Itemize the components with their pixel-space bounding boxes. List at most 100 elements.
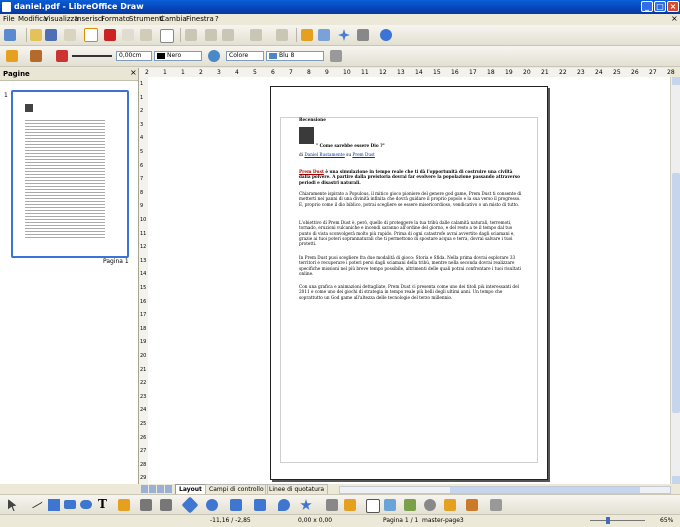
flowchart-icon[interactable] xyxy=(254,499,266,511)
redo-icon[interactable] xyxy=(276,29,288,41)
menu-file[interactable]: File xyxy=(3,15,15,23)
menu-modifica[interactable]: Modifica xyxy=(18,15,47,23)
rectangle-icon[interactable] xyxy=(64,500,76,509)
first-tab-icon[interactable] xyxy=(141,485,148,493)
text-tool-icon[interactable]: T xyxy=(98,497,107,511)
from-file-icon[interactable] xyxy=(384,499,396,511)
close-button[interactable]: × xyxy=(667,1,679,12)
undo-icon[interactable] xyxy=(250,29,262,41)
ruler-label: 17 xyxy=(469,69,477,76)
area-style-dropdown[interactable]: Colore xyxy=(226,51,264,61)
scroll-down-icon[interactable] xyxy=(672,476,680,484)
line-color-swatch xyxy=(157,53,165,59)
extrusion-icon[interactable] xyxy=(490,499,502,511)
open-icon[interactable] xyxy=(30,29,42,41)
close-pane-icon[interactable]: × xyxy=(130,68,137,77)
area-style-icon[interactable] xyxy=(208,50,220,62)
area-color-dropdown[interactable]: Blu 8 xyxy=(266,51,324,61)
ruler-label: 22 xyxy=(140,380,147,387)
ruler-label: 26 xyxy=(631,69,639,76)
menu-formato[interactable]: Formato xyxy=(101,15,130,23)
intro-text: è una simulazione in tempo reale che ti … xyxy=(299,169,520,185)
area-icon[interactable] xyxy=(56,50,68,62)
callouts-icon[interactable] xyxy=(278,499,290,511)
lines-arrows-icon[interactable] xyxy=(160,499,172,511)
prev-tab-icon[interactable] xyxy=(149,485,156,493)
line-width-field[interactable]: 0,00cm xyxy=(116,51,152,61)
line-color-dropdown[interactable]: Nero xyxy=(154,51,202,61)
help-icon[interactable] xyxy=(380,29,392,41)
author-link[interactable]: Daniel Bustamente xyxy=(304,152,344,157)
zoom-slider[interactable] xyxy=(590,517,645,524)
rotate-icon[interactable] xyxy=(424,499,436,511)
ruler-label: 29 xyxy=(140,475,147,482)
save-icon[interactable] xyxy=(45,29,57,41)
ellipse-icon[interactable] xyxy=(80,500,92,509)
paste-icon[interactable] xyxy=(222,29,234,41)
select-icon[interactable] xyxy=(8,499,17,511)
line-tool-icon[interactable] xyxy=(29,496,43,509)
scroll-thumb[interactable] xyxy=(672,173,680,413)
hscroll-thumb[interactable] xyxy=(450,487,640,493)
arrange-icon[interactable] xyxy=(466,499,478,511)
document-page[interactable]: Recensione " Come sarebbe essere Dio ?" … xyxy=(270,86,548,480)
copy-icon[interactable] xyxy=(205,29,217,41)
menu-cambia[interactable]: Cambia xyxy=(160,15,187,23)
print-icon[interactable] xyxy=(122,29,134,41)
menu-visualizza[interactable]: Visualizza xyxy=(44,15,78,23)
game-link[interactable]: Prem Dust xyxy=(352,152,375,157)
zoom-slider-thumb[interactable] xyxy=(606,517,610,524)
zoom-icon[interactable] xyxy=(357,29,369,41)
menu-inserisci[interactable]: Inserisci xyxy=(75,15,104,23)
intro-game-link[interactable]: Prem Dust xyxy=(299,169,324,174)
stars-icon[interactable] xyxy=(300,499,312,510)
shadow-icon[interactable] xyxy=(330,50,342,62)
menu-finestra[interactable]: Finestra xyxy=(186,15,214,23)
chart-icon[interactable] xyxy=(301,29,313,41)
status-zoom[interactable]: 65% xyxy=(660,517,673,524)
horizontal-scrollbar[interactable] xyxy=(339,486,671,494)
table-icon[interactable] xyxy=(318,29,330,41)
ruler-label: 2 xyxy=(199,69,203,76)
page-thumb-number: 1 xyxy=(4,92,8,99)
page-thumbnail[interactable] xyxy=(11,90,129,258)
arrow-line-icon[interactable] xyxy=(48,499,60,511)
drawing-toolbar: T xyxy=(0,494,680,515)
print-preview-icon[interactable] xyxy=(140,29,152,41)
menu-strumenti[interactable]: Strumenti xyxy=(129,15,164,23)
next-tab-icon[interactable] xyxy=(157,485,164,493)
curve-icon[interactable] xyxy=(118,499,130,511)
basic-shapes-icon[interactable] xyxy=(181,496,199,514)
ruler-label: 27 xyxy=(649,69,657,76)
arrow-style-icon[interactable] xyxy=(30,50,42,62)
ruler-label: 26 xyxy=(140,434,147,441)
line-icon[interactable] xyxy=(6,50,18,62)
edit-file-icon[interactable] xyxy=(84,28,98,42)
fontwork-icon[interactable] xyxy=(366,499,380,513)
line-style-dropdown[interactable] xyxy=(72,55,112,57)
ruler-label: 1 xyxy=(163,69,167,76)
maximize-button[interactable]: □ xyxy=(654,1,666,12)
vertical-scrollbar[interactable] xyxy=(670,77,680,484)
symbol-shapes-icon[interactable] xyxy=(206,499,218,511)
new-icon[interactable] xyxy=(4,29,16,41)
export-pdf-icon[interactable] xyxy=(104,29,116,41)
connector-icon[interactable] xyxy=(140,499,152,511)
ruler-label: 23 xyxy=(577,69,585,76)
glue-points-icon[interactable] xyxy=(344,499,356,511)
ruler-label: 8 xyxy=(307,69,311,76)
ruler-label: 1 xyxy=(140,94,144,101)
block-arrows-icon[interactable] xyxy=(230,499,242,511)
functions-icon[interactable] xyxy=(338,29,350,41)
scroll-up-icon[interactable] xyxy=(672,77,680,85)
minimize-button[interactable]: _ xyxy=(641,1,653,12)
gallery-icon[interactable] xyxy=(404,499,416,511)
close-document-icon[interactable]: × xyxy=(671,14,678,23)
points-icon[interactable] xyxy=(326,499,338,511)
align-icon[interactable] xyxy=(444,499,456,511)
menu-help[interactable]: ? xyxy=(215,15,219,23)
cut-icon[interactable] xyxy=(185,29,197,41)
email-icon[interactable] xyxy=(64,29,76,41)
spellcheck-icon[interactable] xyxy=(160,29,174,43)
last-tab-icon[interactable] xyxy=(165,485,172,493)
